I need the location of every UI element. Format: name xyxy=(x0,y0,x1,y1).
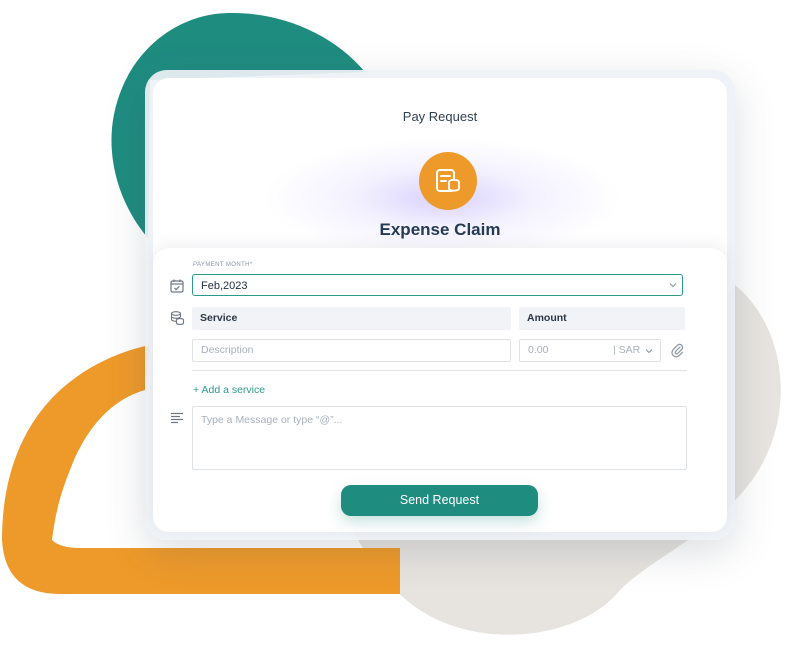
chevron-down-icon[interactable] xyxy=(669,282,677,288)
add-service-link[interactable]: + Add a service xyxy=(193,384,265,396)
service-column-header: Service xyxy=(192,307,511,330)
amount-placeholder: 0.00 xyxy=(528,344,549,356)
form-heading: Expense Claim xyxy=(379,220,501,239)
chevron-down-icon[interactable] xyxy=(645,348,653,354)
text-lines-icon xyxy=(171,412,183,424)
message-textarea[interactable]: Type a Message or type “@”... xyxy=(192,406,687,470)
send-request-button[interactable]: Send Request xyxy=(341,485,538,516)
amount-input[interactable]: 0.00 | SAR xyxy=(519,339,661,362)
pay-request-card: Pay Request Expense Claim PAYMENT MONTH*… xyxy=(145,70,735,540)
payment-month-value: Feb,2023 xyxy=(201,280,248,292)
expense-form: PAYMENT MONTH* Feb,2023 Service Amount D… xyxy=(153,248,727,532)
message-placeholder: Type a Message or type “@”... xyxy=(201,414,343,426)
page-title: Pay Request xyxy=(402,109,478,124)
amount-column-header: Amount xyxy=(519,307,685,330)
paperclip-icon[interactable] xyxy=(670,342,684,358)
coins-document-icon xyxy=(419,152,477,210)
payment-month-select[interactable]: Feb,2023 xyxy=(192,274,683,296)
section-divider xyxy=(192,370,687,371)
calendar-check-icon xyxy=(170,279,184,293)
coins-stack-icon xyxy=(170,311,185,325)
description-input[interactable]: Description xyxy=(192,339,511,362)
payment-month-label: PAYMENT MONTH* xyxy=(193,262,253,268)
currency-select[interactable]: | SAR xyxy=(613,340,640,361)
